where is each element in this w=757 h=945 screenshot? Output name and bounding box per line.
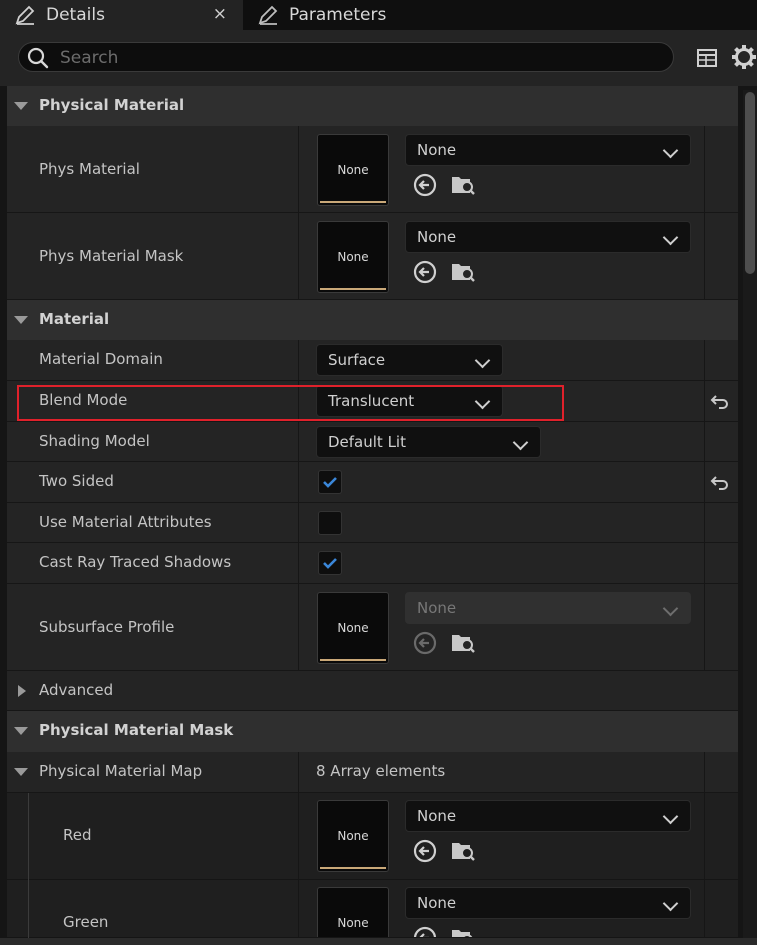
asset-thumbnail[interactable]: None [317,887,389,937]
category-physical-material[interactable]: Physical Material [7,86,738,126]
property-label: Red [63,826,92,844]
property-row-shading-model: Shading Model Default Lit [7,422,738,462]
property-row-phys-material-mask: Phys Material Mask None None [7,213,738,300]
array-element-row-red: Red None None [7,793,738,880]
property-row-subsurface-profile: Subsurface Profile None None [7,584,738,671]
array-element-row-green: Green None None [7,880,738,938]
chevron-down-icon [662,229,679,246]
tab-details[interactable]: Details × [0,0,243,30]
table-icon[interactable] [696,47,718,69]
property-label: Subsurface Profile [39,618,175,636]
browse-folder-icon[interactable] [450,630,476,656]
property-label: Cast Ray Traced Shadows [39,553,232,571]
collapse-arrow-icon[interactable] [14,102,28,110]
collapse-arrow-icon[interactable] [14,316,28,324]
property-row-two-sided: Two Sided [7,462,738,503]
use-selected-asset-icon[interactable] [412,838,438,864]
asset-thumbnail[interactable]: None [317,800,389,872]
category-title: Material [39,310,110,328]
close-icon[interactable]: × [213,4,227,24]
checkmark-icon [323,477,337,488]
category-title: Physical Material Mask [39,721,234,739]
property-row-material-domain: Material Domain Surface [7,340,738,381]
property-label: Two Sided [39,472,114,490]
asset-picker-dropdown[interactable]: None [405,887,691,919]
search-icon [26,46,50,70]
checkmark-icon [323,558,337,569]
category-physical-material-mask[interactable]: Physical Material Mask [7,711,738,752]
search-input[interactable] [58,43,662,73]
reset-to-default-icon[interactable] [710,394,730,410]
use-material-attributes-checkbox[interactable] [318,511,342,535]
array-element-count: 8 Array elements [316,762,446,780]
chevron-down-icon [474,352,491,369]
property-row-use-material-attributes: Use Material Attributes [7,503,738,543]
tab-bar: Details × Parameters [0,0,757,30]
category-material[interactable]: Material [7,300,738,340]
browse-folder-icon[interactable] [450,925,476,937]
tab-details-label: Details [46,5,105,25]
browse-folder-icon[interactable] [450,259,476,285]
browse-folder-icon[interactable] [450,172,476,198]
shading-model-dropdown[interactable]: Default Lit [316,426,541,458]
asset-picker-dropdown[interactable]: None [405,221,691,253]
scrollbar-thumb[interactable] [745,92,755,274]
indent-guide [28,793,29,945]
property-label: Phys Material [39,160,140,178]
pencil-icon [14,4,36,26]
reset-to-default-icon[interactable] [710,475,730,491]
property-label: Use Material Attributes [39,513,212,531]
chevron-down-icon [662,808,679,825]
asset-thumbnail[interactable]: None [317,592,389,664]
property-label: Green [63,913,109,931]
use-selected-asset-icon[interactable] [412,925,438,937]
bottom-bar [0,938,757,945]
chevron-down-icon [662,600,679,617]
highlight-box [17,385,564,421]
asset-picker-dropdown: None [405,592,691,624]
chevron-down-icon [512,434,529,451]
use-selected-asset-icon [412,630,438,656]
pencil-icon [257,4,279,26]
property-label: Physical Material Map [39,762,203,780]
gear-icon[interactable] [731,44,757,70]
chevron-down-icon [662,142,679,159]
cast-ray-traced-shadows-checkbox[interactable] [318,551,342,575]
property-row-advanced[interactable]: Advanced [7,671,738,711]
browse-folder-icon[interactable] [450,838,476,864]
property-label: Shading Model [39,432,150,450]
use-selected-asset-icon[interactable] [412,172,438,198]
asset-picker-dropdown[interactable]: None [405,134,691,166]
collapse-arrow-icon[interactable] [14,727,28,735]
collapse-arrow-icon[interactable] [14,768,28,776]
property-row-cast-ray-traced-shadows: Cast Ray Traced Shadows [7,543,738,584]
asset-picker-dropdown[interactable]: None [405,800,691,832]
expand-arrow-icon[interactable] [18,685,26,697]
tab-parameters-label: Parameters [289,5,387,25]
tab-parameters[interactable]: Parameters [243,0,463,30]
property-row-phys-material: Phys Material None None [7,126,738,213]
material-domain-dropdown[interactable]: Surface [316,344,503,376]
use-selected-asset-icon[interactable] [412,259,438,285]
category-title: Physical Material [39,96,185,114]
property-label: Advanced [39,681,114,699]
asset-thumbnail[interactable]: None [317,221,389,293]
property-label: Phys Material Mask [39,247,184,265]
property-row-physical-material-map: Physical Material Map 8 Array elements [7,752,738,793]
asset-thumbnail[interactable]: None [317,134,389,206]
property-label: Material Domain [39,350,163,368]
chevron-down-icon [662,895,679,912]
two-sided-checkbox[interactable] [318,470,342,494]
